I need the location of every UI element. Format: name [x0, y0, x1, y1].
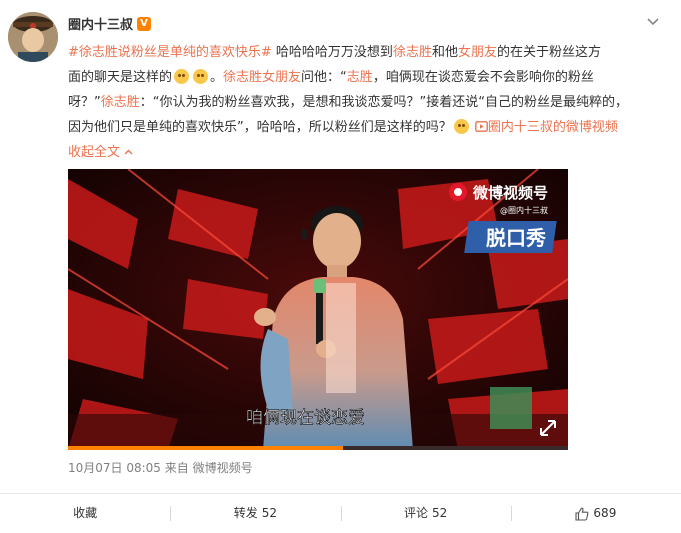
text-segment: ，咱俩现在谈恋爱会不会影响你的粉丝 — [372, 70, 594, 85]
mention-link[interactable]: 徐志胜女朋友 — [223, 70, 301, 85]
post-text-line-4: 因为他们只是单纯的喜欢快乐”，哈哈哈，所以粉丝们是这样的吗？ 圈内十三叔的微博视… — [68, 115, 668, 140]
repost-label: 转发 — [233, 506, 258, 520]
watermark-title: 微博视频号 — [472, 184, 548, 202]
like-button[interactable]: 689 — [510, 494, 681, 533]
post-text: #徐志胜说粉丝是单纯的喜欢快乐# 哈哈哈哈万万没想到徐志胜和他女朋友的在关于粉丝… — [68, 40, 668, 165]
post-source[interactable]: 来自 微博视频号 — [165, 461, 253, 475]
text-segment: 哈哈哈哈万万没想到 — [271, 45, 393, 60]
text-segment: 呀？” — [68, 95, 101, 110]
text-segment: 问他：“ — [301, 70, 347, 85]
text-segment: 的在关于粉丝这方 — [496, 45, 601, 60]
mention-link[interactable]: 女朋友 — [458, 45, 497, 60]
watermark-sub: @圈内十三叔 — [500, 205, 548, 215]
username-row: 圈内十三叔 V — [68, 14, 152, 33]
post-date[interactable]: 10月07日 08:05 — [68, 461, 161, 475]
topic-link[interactable]: #徐志胜说粉丝是单纯的喜欢快乐# — [68, 45, 272, 60]
cat-face-emoji-icon — [193, 69, 209, 84]
text-segment: 。 — [210, 70, 224, 85]
post-text-line-2: 面的聊天是这样的 。徐志胜女朋友问他：“志胜，咱俩现在谈恋爱会不会影响你的粉丝 — [68, 65, 668, 90]
like-count: 689 — [593, 506, 617, 520]
video-link-label: 圈内十三叔的微博视频 — [487, 120, 618, 135]
text-segment: 和他 — [431, 45, 458, 60]
action-bar: 收藏 转发 52 评论 52 689 — [0, 494, 681, 533]
video-subtitle: 咱俩现在谈恋爱 — [246, 407, 365, 428]
collapse-text-button[interactable]: 收起全文 — [68, 145, 133, 160]
comment-label: 评论 — [403, 506, 428, 520]
video-progress-fill — [68, 446, 343, 450]
weibo-post-card: 圈内十三叔 V #徐志胜说粉丝是单纯的喜欢快乐# 哈哈哈哈万万没想到徐志胜和他女… — [0, 0, 681, 533]
comment-button[interactable]: 评论 52 — [340, 494, 511, 533]
cat-face-emoji-icon — [174, 69, 190, 84]
repost-count: 52 — [261, 506, 278, 520]
cat-face-emoji-icon — [453, 119, 469, 134]
text-segment: 因为他们只是单纯的喜欢快乐”，哈哈哈，所以粉丝们是这样的吗？ — [68, 120, 452, 135]
mention-link[interactable]: 徐志胜 — [393, 45, 432, 60]
video-link[interactable]: 圈内十三叔的微博视频 — [474, 120, 618, 135]
avatar-image — [8, 12, 58, 62]
comment-count: 52 — [431, 506, 448, 520]
mention-link[interactable]: 志胜 — [347, 70, 373, 85]
avatar[interactable] — [8, 12, 58, 62]
favorite-button[interactable]: 收藏 — [0, 494, 170, 533]
post-meta: 10月07日 08:05 来自 微博视频号 — [68, 459, 253, 476]
video-frame: 脱口秀 微博视频号 @圈内十三叔 咱俩现在谈恋爱 — [68, 169, 568, 450]
video-player[interactable]: 脱口秀 微博视频号 @圈内十三叔 咱俩现在谈恋爱 — [68, 169, 568, 450]
verified-badge-icon: V — [137, 16, 152, 31]
favorite-label: 收藏 — [73, 506, 98, 520]
post-text-line-3: 呀？”徐志胜：“你认为我的粉丝喜欢我，是想和我谈恋爱吗？”接着还说“自己的粉丝是… — [68, 90, 668, 115]
post-text-line-5: 收起全文 — [68, 140, 668, 165]
chevron-down-icon[interactable] — [647, 18, 659, 26]
text-segment: ：“你认为我的粉丝喜欢我，是想和我谈恋爱吗？”接着还说“自己的粉丝是最纯粹的， — [139, 95, 628, 110]
thumbs-up-icon — [575, 507, 589, 521]
username[interactable]: 圈内十三叔 — [68, 14, 133, 33]
post-text-line-1: #徐志胜说粉丝是单纯的喜欢快乐# 哈哈哈哈万万没想到徐志胜和他女朋友的在关于粉丝… — [68, 40, 668, 65]
video-link-icon — [474, 121, 488, 132]
repost-button[interactable]: 转发 52 — [170, 494, 340, 533]
chevron-up-icon — [124, 149, 133, 155]
text-segment: 面的聊天是这样的 — [68, 70, 173, 85]
mention-link[interactable]: 徐志胜 — [101, 95, 140, 110]
show-logo-text: 脱口秀 — [486, 226, 546, 250]
collapse-text-label: 收起全文 — [68, 145, 121, 160]
